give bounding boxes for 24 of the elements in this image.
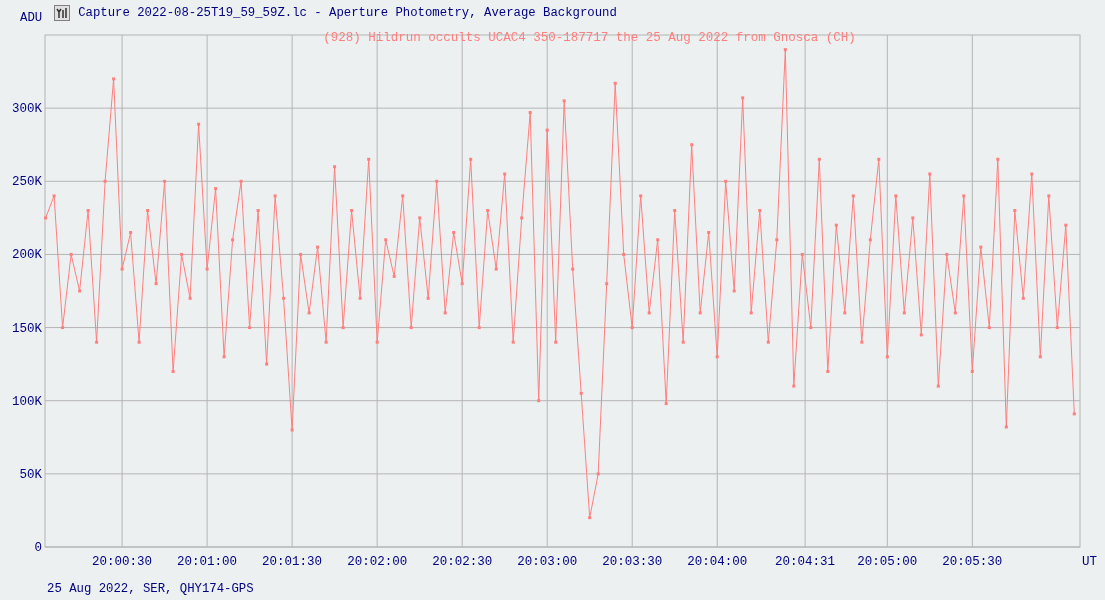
x-tick-label: 20:04:00 [687,555,748,569]
y-tick-label: 150K [12,321,42,336]
y-tick-label: 300K [12,102,42,117]
chart-icon [54,4,71,21]
x-tick-label: 20:03:30 [602,555,663,569]
x-tick-label: 20:05:30 [942,555,1003,569]
capture-info: 25 Aug 2022, SER, QHY174-GPS [47,582,254,596]
y-axis-unit: ADU [20,10,43,25]
x-tick-label: 20:03:00 [517,555,578,569]
x-tick-label: 20:01:00 [177,555,238,569]
x-tick-label: 20:05:00 [857,555,918,569]
x-axis-unit: UT [1082,555,1097,569]
chart-title: (928) Hildrun occults UCAC4 350-187717 the 25 Aug 2022 from Gnosca (CH) [323,31,856,45]
x-tick-label: 20:04:31 [775,555,836,569]
y-tick-label: 250K [12,175,42,190]
y-tick-label: 100K [12,394,42,409]
y-tick-label: 0 [34,541,42,555]
x-tick-label: 20:02:00 [347,555,408,569]
window-title: Capture 2022-08-25T19_59_59Z.lc - Aperture Photometry, Average Background [78,5,617,20]
x-tick-label: 20:02:30 [432,555,493,569]
y-tick-label: 200K [12,248,42,263]
x-tick-label: 20:00:30 [92,555,153,569]
y-tick-label: 50K [19,467,42,482]
x-tick-label: 20:01:30 [262,555,323,569]
